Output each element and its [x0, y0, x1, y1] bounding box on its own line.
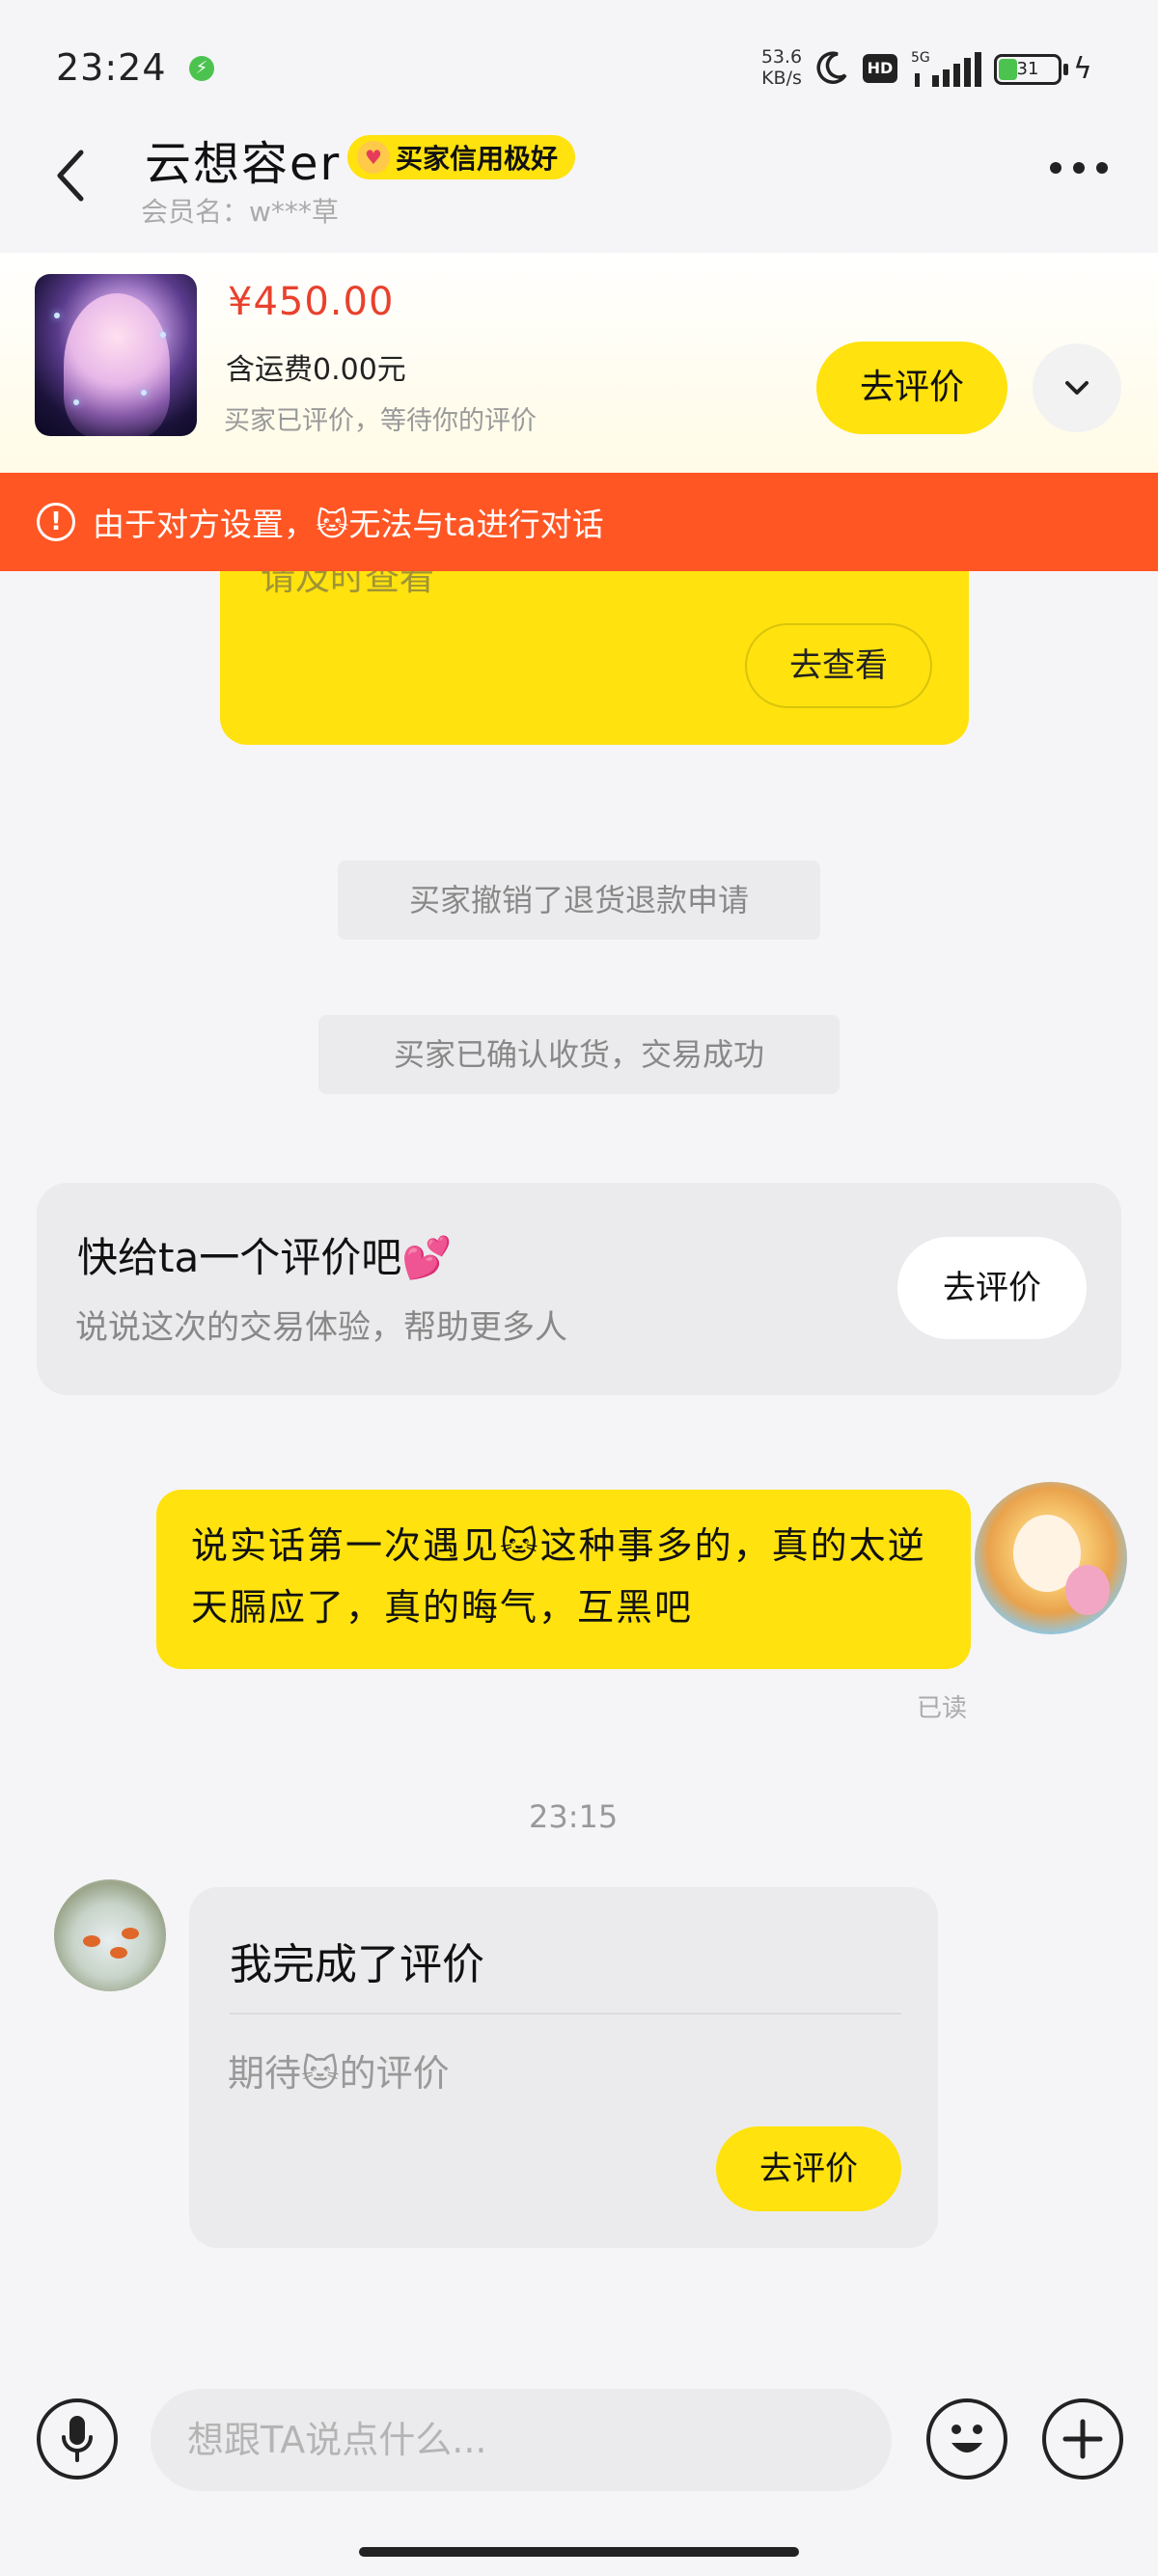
- rate-prompt-title: 快给ta一个评价吧💕: [77, 1234, 453, 1281]
- page-title: 云想容er: [145, 137, 342, 191]
- credit-badge[interactable]: ♥ 买家信用极好: [347, 135, 576, 179]
- network-label: 5G: [911, 50, 930, 66]
- chevron-down-icon: [1065, 381, 1089, 395]
- emoji-button[interactable]: [926, 2398, 1007, 2480]
- message-input[interactable]: [151, 2389, 892, 2491]
- battery-icon: 31: [994, 54, 1062, 85]
- voice-button[interactable]: [37, 2398, 118, 2480]
- more-options-button[interactable]: [1050, 162, 1116, 185]
- thumbnail-sparkle: [141, 390, 147, 396]
- avatar-detail: [110, 1947, 127, 1959]
- rate-prompt-button[interactable]: 去评价: [897, 1237, 1087, 1339]
- home-indicator[interactable]: [359, 2547, 799, 2557]
- credit-badge-label: 买家信用极好: [396, 143, 559, 175]
- incoming-card-subtitle: 期待🐱的评价: [228, 2052, 450, 2095]
- expand-button[interactable]: [1033, 343, 1121, 432]
- charging-icon: ϟ: [1073, 52, 1092, 86]
- more-dot: [1096, 162, 1108, 174]
- system-message: 买家撤销了退货退款申请: [338, 861, 820, 940]
- plus-icon: [1062, 2419, 1103, 2459]
- thumbnail-sparkle: [160, 332, 166, 338]
- heart-eyes-icon: ♥: [357, 141, 390, 174]
- divider: [230, 2013, 901, 2014]
- member-name: 会员名：w***草: [141, 196, 339, 228]
- notification-icon: ⚡: [189, 56, 214, 81]
- back-button[interactable]: [46, 145, 100, 206]
- avatar-detail: [1065, 1565, 1110, 1615]
- avatar-detail: [83, 1935, 100, 1947]
- smiley-icon: [951, 2425, 982, 2453]
- back-arrow-icon: [57, 150, 84, 202]
- signal-icon: 5G: [911, 50, 981, 87]
- status-time: 23:24: [56, 46, 167, 89]
- warning-icon: !: [37, 503, 75, 541]
- rate-prompt-subtitle: 说说这次的交易体验，帮助更多人: [75, 1308, 567, 1347]
- incoming-card-title: 我完成了评价: [230, 1940, 484, 1989]
- product-price: ¥450.00: [228, 280, 395, 324]
- my-avatar[interactable]: [975, 1482, 1127, 1634]
- more-dot: [1073, 162, 1085, 174]
- outgoing-message[interactable]: 说实话第一次遇见🐱这种事多的，真的太逆天膈应了，真的晦气，互黑吧: [156, 1490, 971, 1669]
- thumbnail-sparkle: [73, 399, 79, 405]
- rate-button-card[interactable]: 去评价: [716, 2126, 901, 2211]
- network-speed: 53.6 KB/s: [753, 46, 811, 89]
- thumbnail-figure: [64, 293, 170, 436]
- avatar-detail: [122, 1928, 139, 1939]
- moon-icon: [816, 51, 847, 84]
- battery-level: 31: [1016, 59, 1039, 79]
- thumbnail-sparkle: [54, 313, 60, 318]
- other-avatar[interactable]: [54, 1879, 166, 1991]
- banner-text: 由于对方设置，🐱无法与ta进行对话: [93, 506, 604, 543]
- product-thumbnail[interactable]: [35, 274, 197, 436]
- more-actions-button[interactable]: [1042, 2398, 1123, 2480]
- net-speed-unit: KB/s: [761, 68, 802, 89]
- battery-cap: [1063, 64, 1068, 75]
- status-bar: [0, 0, 1158, 135]
- system-message: 买家已确认收货，交易成功: [318, 1015, 840, 1094]
- read-receipt: 已读: [917, 1694, 968, 1723]
- net-speed-value: 53.6: [760, 46, 803, 68]
- hd-icon: HD: [863, 54, 897, 83]
- view-button[interactable]: 去查看: [745, 623, 932, 708]
- microphone-icon: [62, 2416, 93, 2462]
- more-dot: [1050, 162, 1062, 174]
- restriction-banner: ! 由于对方设置，🐱无法与ta进行对话: [0, 473, 1158, 571]
- rate-button-header[interactable]: 去评价: [816, 342, 1007, 434]
- shipping-fee: 含运费0.00元: [226, 353, 406, 387]
- message-timestamp: 23:15: [529, 1798, 619, 1835]
- order-status: 买家已评价，等待你的评价: [224, 406, 537, 436]
